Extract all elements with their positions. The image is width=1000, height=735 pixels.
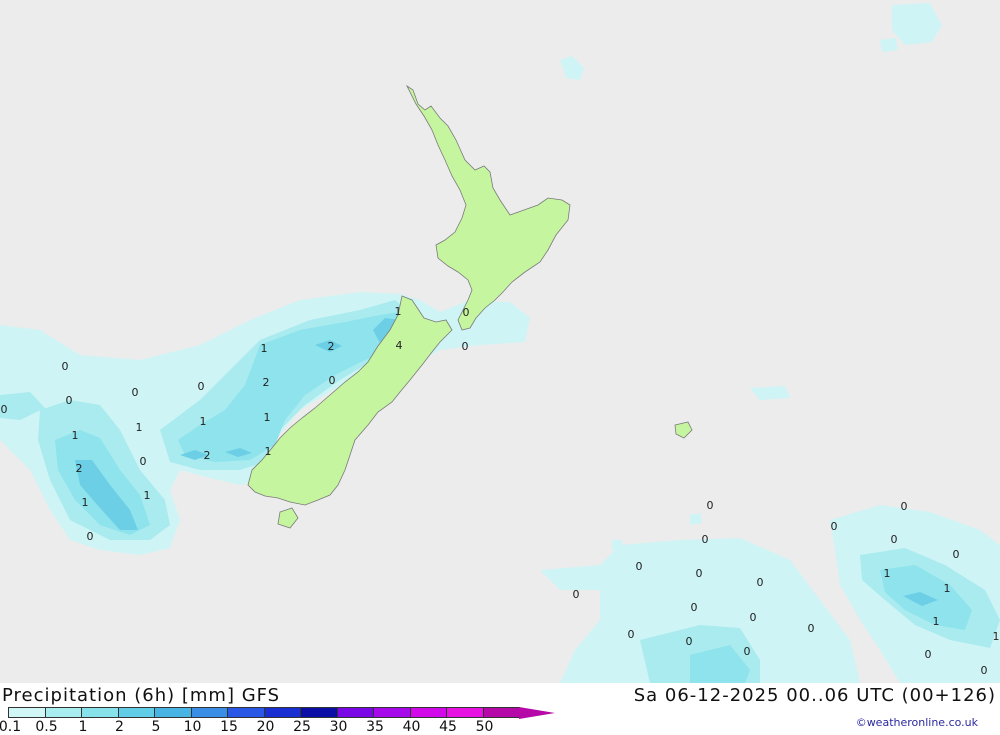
value-label: 0 — [329, 374, 336, 387]
value-label: 1 — [144, 489, 151, 502]
legend-swatch — [8, 707, 46, 718]
legend-swatch — [409, 707, 447, 718]
value-label: 0 — [462, 340, 469, 353]
value-label: 1 — [395, 305, 402, 318]
precipitation-map: 1 0 0 2 4 1 2 0 0 0 0 0 1 1 1 0 2 1 2 1 … — [0, 0, 1000, 683]
legend-swatch — [117, 707, 155, 718]
value-label: 2 — [76, 462, 83, 475]
legend-swatch — [446, 707, 484, 718]
value-label: 0 — [750, 611, 757, 624]
value-label: 0 — [744, 645, 751, 658]
value-label: 0 — [702, 533, 709, 546]
value-label: 0 — [1, 403, 8, 416]
value-label: 0 — [463, 306, 470, 319]
legend-swatch — [154, 707, 192, 718]
legend-swatch — [373, 707, 411, 718]
value-label: 0 — [981, 664, 988, 677]
value-label: 1 — [264, 411, 271, 424]
value-label: 0 — [66, 394, 73, 407]
value-label: 0 — [198, 380, 205, 393]
value-label: 1 — [933, 615, 940, 628]
value-label: 0 — [87, 530, 94, 543]
value-label: 0 — [891, 533, 898, 546]
value-label: 1 — [265, 445, 272, 458]
value-label: 0 — [707, 499, 714, 512]
value-label: 4 — [396, 339, 403, 352]
legend-swatch — [81, 707, 119, 718]
value-label: 0 — [925, 648, 932, 661]
map-title: Precipitation (6h) [mm] GFS — [2, 685, 281, 706]
legend-swatch — [190, 707, 228, 718]
value-label: 1 — [261, 342, 268, 355]
value-label: 0 — [691, 601, 698, 614]
legend-swatch — [44, 707, 82, 718]
value-label: 0 — [831, 520, 838, 533]
credit-link[interactable]: ©weatheronline.co.uk — [856, 716, 978, 729]
value-label: 1 — [200, 415, 207, 428]
legend-arrow-icon — [519, 707, 555, 719]
value-label: 1 — [944, 582, 951, 595]
value-label: 0 — [953, 548, 960, 561]
value-label: 0 — [132, 386, 139, 399]
map-canvas: 1 0 0 2 4 1 2 0 0 0 0 0 1 1 1 0 2 1 2 1 … — [0, 0, 1000, 683]
value-label: 0 — [62, 360, 69, 373]
value-label: 0 — [573, 588, 580, 601]
legend-swatch — [300, 707, 338, 718]
legend-swatch — [336, 707, 374, 718]
value-label: 2 — [328, 340, 335, 353]
value-label: 0 — [686, 635, 693, 648]
value-label: 0 — [140, 455, 147, 468]
value-label: 0 — [636, 560, 643, 573]
value-label: 2 — [263, 376, 270, 389]
value-label: 0 — [696, 567, 703, 580]
legend-swatch — [227, 707, 265, 718]
value-label: 1 — [993, 630, 1000, 643]
value-label: 1 — [72, 429, 79, 442]
value-label: 2 — [204, 449, 211, 462]
valid-time: Sa 06-12-2025 00..06 UTC (00+126) — [633, 685, 996, 706]
legend-swatch — [482, 707, 520, 718]
value-label: 0 — [628, 628, 635, 641]
footer: Precipitation (6h) [mm] GFS Sa 06-12-202… — [0, 683, 1000, 735]
value-label: 0 — [901, 500, 908, 513]
value-label: 0 — [808, 622, 815, 635]
legend-swatch — [263, 707, 301, 718]
value-label: 1 — [884, 567, 891, 580]
value-label: 0 — [757, 576, 764, 589]
value-label: 1 — [136, 421, 143, 434]
value-label: 1 — [82, 496, 89, 509]
